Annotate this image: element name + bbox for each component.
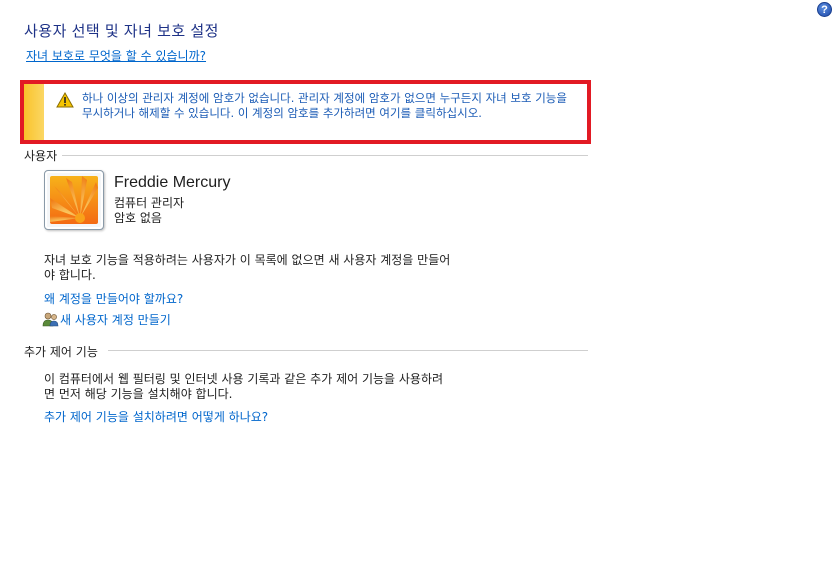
users-section-divider bbox=[62, 155, 588, 156]
avatar bbox=[44, 170, 104, 230]
warning-text[interactable]: 하나 이상의 관리자 계정에 암호가 없습니다. 관리자 계정에 암호가 없으면… bbox=[82, 91, 578, 121]
page-title: 사용자 선택 및 자녀 보호 설정 bbox=[24, 23, 219, 40]
create-user-link[interactable]: 새 사용자 계정 만들기 bbox=[42, 311, 171, 328]
admin-password-warning[interactable]: 하나 이상의 관리자 계정에 암호가 없습니다. 관리자 계정에 암호가 없으면… bbox=[20, 80, 591, 144]
create-user-label[interactable]: 새 사용자 계정 만들기 bbox=[60, 313, 171, 327]
controls-section-label: 추가 제어 기능 bbox=[24, 345, 98, 359]
users-description: 자녀 보호 기능을 적용하려는 사용자가 이 목록에 없으면 새 사용자 계정을… bbox=[44, 253, 451, 282]
controls-description: 이 컴퓨터에서 웹 필터링 및 인터넷 사용 기록과 같은 추가 제어 기능을 … bbox=[44, 372, 444, 401]
help-icon[interactable]: ? bbox=[817, 2, 832, 17]
users-section-label: 사용자 bbox=[24, 149, 58, 163]
warning-stripe bbox=[24, 84, 44, 140]
why-create-account-link[interactable]: 왜 계정을 만들어야 할까요? bbox=[44, 290, 183, 307]
install-controls-link[interactable]: 추가 제어 기능을 설치하려면 어떻게 하나요? bbox=[44, 408, 268, 425]
help-link[interactable]: 자녀 보호로 무엇을 할 수 있습니까? bbox=[26, 47, 206, 64]
warning-icon bbox=[56, 92, 74, 108]
user-avatar-flower bbox=[50, 176, 98, 224]
user-password-status: 암호 없음 bbox=[114, 211, 162, 225]
controls-section-divider bbox=[108, 350, 588, 351]
user-name: Freddie Mercury bbox=[114, 174, 231, 191]
users-add-icon bbox=[42, 312, 59, 327]
user-account-card[interactable]: Freddie Mercury 컴퓨터 관리자 암호 없음 bbox=[44, 169, 344, 233]
